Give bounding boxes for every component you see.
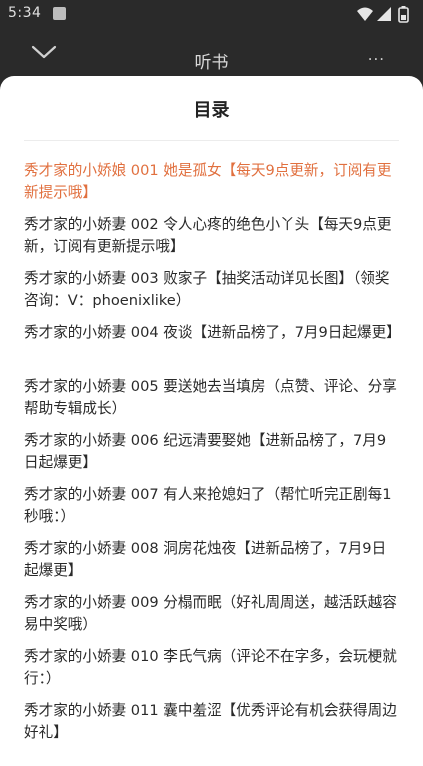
chapter-item[interactable]: 秀才家的小娇妻 010 李氏气病（评论不在字多，会玩梗就行：） — [24, 642, 399, 696]
wifi-icon — [357, 7, 373, 21]
chapter-list: 秀才家的小娇娘 001 她是孤女【每天9点更新，订阅有更新提示哦】 秀才家的小娇… — [0, 156, 423, 750]
chapter-item[interactable]: 秀才家的小娇娘 001 她是孤女【每天9点更新，订阅有更新提示哦】 — [24, 156, 399, 210]
status-indicators — [357, 6, 409, 23]
chapter-item[interactable]: 秀才家的小娇妻 009 分榻而眠（好礼周周送，越活跃越容易中奖哦） — [24, 588, 399, 642]
chapter-item[interactable]: 秀才家的小娇妻 008 洞房花烛夜【进新品榜了，7月9日起爆更】 — [24, 534, 399, 588]
signal-icon — [377, 7, 391, 21]
chapter-item[interactable]: 秀才家的小娇妻 002 令人心疼的绝色小丫头【每天9点更新，订阅有更新提示哦】 — [24, 210, 399, 264]
player-header: 听书 ... — [0, 28, 423, 76]
sheet-divider — [24, 140, 399, 141]
status-time: 5:34 — [8, 5, 42, 21]
chapter-item[interactable]: 秀才家的小娇妻 003 败家子【抽奖活动详见长图】（领奖咨询：V：phoenix… — [24, 264, 399, 318]
chapter-item[interactable]: 秀才家的小娇妻 011 囊中羞涩【优秀评论有机会获得周边好礼】 — [24, 696, 399, 750]
more-options-button[interactable]: ... — [368, 46, 385, 64]
chapter-item[interactable]: 秀才家的小娇妻 007 有人来抢媳妇了（帮忙听完正剧每1秒哦：） — [24, 480, 399, 534]
status-bar: 5:34 — [0, 0, 423, 28]
chapter-list-sheet: 目录 秀才家的小娇娘 001 她是孤女【每天9点更新，订阅有更新提示哦】 秀才家… — [0, 76, 423, 766]
chapter-item[interactable]: 秀才家的小娇妻 006 纪远清要娶她【进新品榜了，7月9日起爆更】 — [24, 426, 399, 480]
battery-icon — [398, 6, 409, 23]
chapter-item[interactable]: 秀才家的小娇妻 005 要送她去当填房（点赞、评论、分享帮助专辑成长） — [24, 372, 399, 426]
sheet-title: 目录 — [193, 100, 230, 121]
chapter-item[interactable]: 秀才家的小娇妻 004 夜谈【进新品榜了，7月9日起爆更】 — [24, 318, 401, 372]
notification-app-icon — [53, 7, 66, 20]
header-title: 听书 — [194, 53, 229, 73]
